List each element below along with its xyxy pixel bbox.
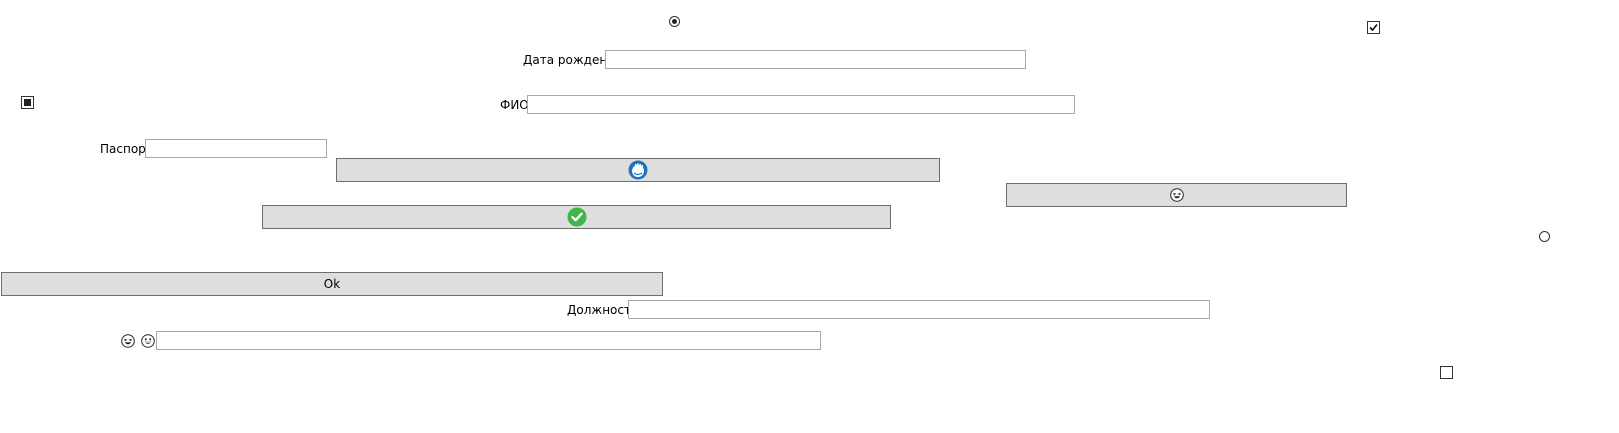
laugh-button[interactable]: [1006, 183, 1347, 207]
radio-top-dot: [672, 19, 677, 24]
checkbox-left[interactable]: [21, 96, 34, 109]
ok-button[interactable]: Ok: [1, 272, 663, 296]
radio-right[interactable]: [1539, 231, 1550, 242]
birth-date-field[interactable]: [605, 50, 1026, 69]
passport-field[interactable]: [145, 139, 327, 158]
radio-top[interactable]: [669, 16, 680, 27]
emoji-field-label: [121, 334, 155, 348]
waving-hand-icon: [628, 160, 648, 180]
emoji-field[interactable]: [156, 331, 821, 350]
laughing-emoji-icon: [121, 334, 135, 348]
grinning-emoji-icon: [141, 334, 155, 348]
full-name-label: ФИО: [500, 98, 529, 112]
checkbox-bottom-right[interactable]: [1440, 366, 1453, 379]
checkbox-top-right[interactable]: [1367, 21, 1380, 34]
green-check-icon: [567, 207, 586, 227]
position-field[interactable]: [628, 300, 1210, 319]
hand-button[interactable]: [336, 158, 940, 182]
checkbox-left-fill: [24, 99, 31, 106]
laughing-emoji-icon: [1169, 188, 1184, 202]
confirm-check-button[interactable]: [262, 205, 891, 229]
full-name-field[interactable]: [527, 95, 1075, 114]
checkmark-icon: [1369, 23, 1378, 32]
